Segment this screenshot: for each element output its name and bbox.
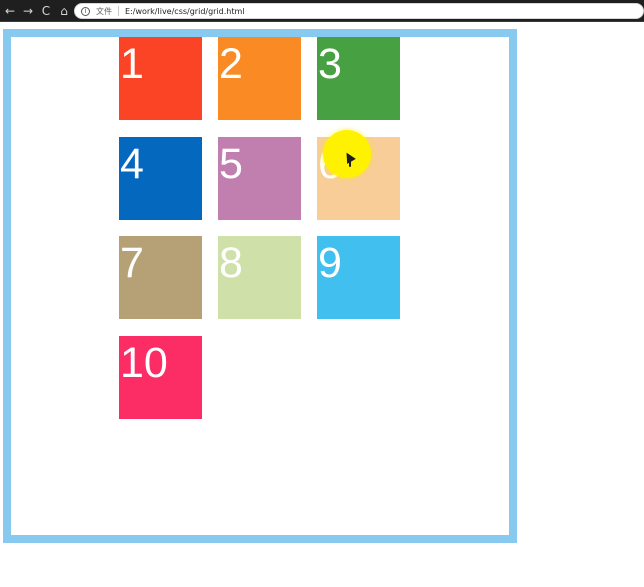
- reload-icon[interactable]: C: [38, 3, 54, 19]
- home-icon[interactable]: ⌂: [56, 3, 72, 19]
- forward-arrow-icon[interactable]: →: [20, 3, 36, 19]
- address-bar[interactable]: i 文件 E:/work/live/css/grid/grid.html: [74, 3, 644, 19]
- grid-item-7: 7: [119, 236, 202, 319]
- back-arrow-icon[interactable]: ←: [2, 3, 18, 19]
- browser-top-bar: ← → C ⌂ i 文件 E:/work/live/css/grid/grid.…: [0, 0, 644, 22]
- grid-item-5: 5: [218, 137, 301, 220]
- grid-item-8: 8: [218, 236, 301, 319]
- grid-item-4: 4: [119, 137, 202, 220]
- grid-item-3: 3: [317, 37, 400, 120]
- grid-item-9: 9: [317, 236, 400, 319]
- url-text[interactable]: E:/work/live/css/grid/grid.html: [125, 7, 245, 16]
- file-label: 文件: [96, 6, 112, 16]
- grid-item-1: 1: [119, 37, 202, 120]
- info-icon: i: [81, 6, 90, 16]
- grid-item-10: 10: [119, 336, 202, 419]
- address-separator: [118, 6, 119, 16]
- grid-item-2: 2: [218, 37, 301, 120]
- grid-container: 1 2 3 4 5 6 7 8 9 10: [3, 29, 517, 543]
